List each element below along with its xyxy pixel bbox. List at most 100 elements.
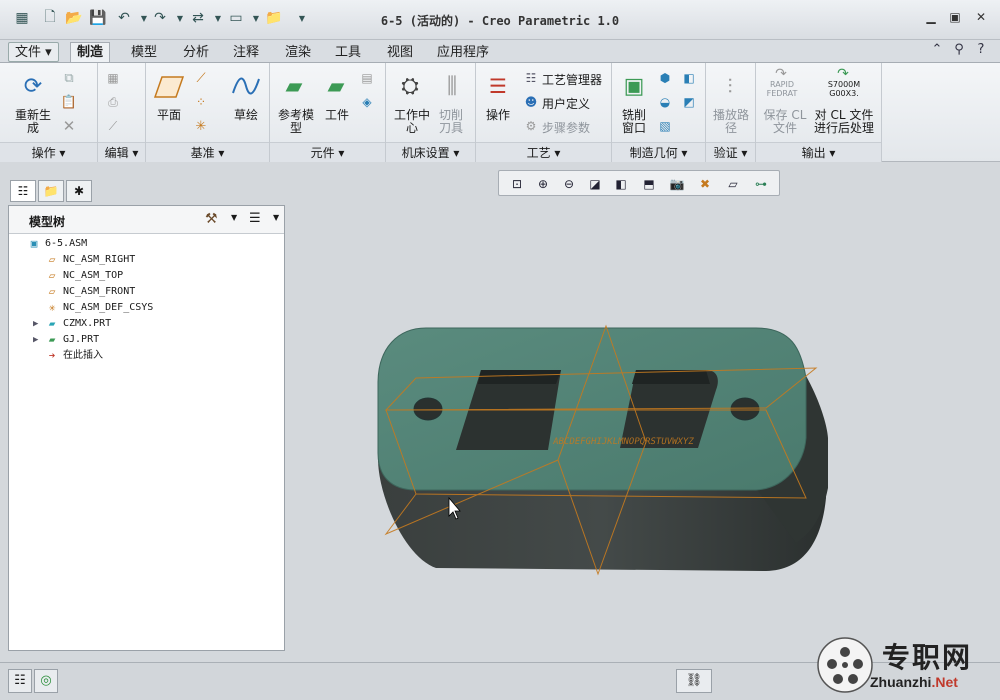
work-center-button[interactable]: 工作中 心 [390,109,434,135]
help-icon[interactable]: ? [972,42,990,60]
tree-item[interactable]: ▣ 6-5.ASM [9,236,284,252]
tree-settings-dropdown-icon[interactable]: ▼ [231,213,237,222]
customize-toolbar-icon[interactable]: ▼ [292,8,312,28]
tab-file[interactable]: 文件 ▾ [8,42,59,62]
saved-orientations-icon[interactable]: ⬒ [639,174,659,194]
csys-icon[interactable]: ✳ [192,117,210,135]
tree-item[interactable]: ▶ ▰ CZMX.PRT [9,316,284,332]
plane-icon[interactable] [154,73,184,101]
mill-window-icon[interactable]: ▣ [618,71,650,101]
find-icon[interactable]: ⛓ [676,669,712,693]
post-process-button[interactable]: 对 CL 文件 进行后处理 [810,109,878,135]
process-manager-button[interactable]: 工艺管理器 [542,71,602,88]
folder-icon[interactable]: 📁 [264,8,284,28]
open-folder-icon[interactable]: 📂 [64,8,84,28]
point-icon[interactable]: ⁘ [192,93,210,111]
group-label-operations[interactable]: 操作 ▾ [0,142,97,162]
expand-arrow-icon[interactable]: ▶ [33,332,43,348]
edit-mirror-icon[interactable]: ⎙ [104,93,122,111]
cutting-tool-button[interactable]: 切削 刀具 [434,109,468,135]
tree-columns-icon[interactable]: ☰ [249,211,261,226]
zoom-out-icon[interactable]: ⊖ [559,174,579,194]
regenerate-button[interactable]: 重新生 成 [8,109,58,135]
toggle-browser-icon[interactable]: ◎ [34,669,58,693]
zoom-in-icon[interactable]: ⊕ [533,174,553,194]
reference-model-icon[interactable]: ▰ [278,71,310,101]
tree-item[interactable]: ▱ NC_ASM_RIGHT [9,252,284,268]
tree-item[interactable]: ✳ NC_ASM_DEF_CSYS [9,300,284,316]
axis-icon[interactable]: ⟋ [192,69,210,87]
close-icon[interactable]: ✕ [970,10,992,28]
new-file-icon[interactable]: 🗋 [40,8,60,28]
edit-dimension-icon[interactable]: ⟋ [104,117,122,135]
operation-button[interactable]: 操作 [482,109,514,122]
windows-dropdown-icon[interactable]: ▼ [246,8,266,28]
step-params-button[interactable]: 步骤参数 [542,119,590,136]
delete-icon[interactable]: ✕ [60,117,78,135]
regenerate-icon[interactable]: ⟳ [16,69,50,103]
group-label-component[interactable]: 元件 ▾ [270,142,385,162]
sketch-button[interactable]: 草绘 [230,109,262,122]
tree-item[interactable]: ➔ 在此插入 [9,348,284,364]
folder-browser-tab-icon[interactable]: 📁 [38,180,64,202]
create-component-icon[interactable]: ◈ [358,93,376,111]
user-defined-icon[interactable]: ☻ [522,93,540,111]
reference-model-button[interactable]: 参考模 型 [274,109,318,135]
group-label-datum[interactable]: 基准 ▾ [146,142,269,162]
regenerate-quick-icon[interactable]: ⇄ [188,8,208,28]
view-manager-icon[interactable]: 📷 [667,174,687,194]
workpiece-button[interactable]: 工件 [320,109,354,122]
tab-view[interactable]: 视图 [380,42,420,62]
display-style-icon[interactable]: ◧ [611,174,631,194]
left-hole[interactable] [413,397,443,421]
copy-icon[interactable]: ⧉ [60,69,78,87]
save-cl-button[interactable]: 保存 CL 文件 [760,109,810,135]
tree-settings-icon[interactable]: ⚒ [205,211,218,227]
tab-applications[interactable]: 应用程序 [430,42,496,62]
collapse-ribbon-icon[interactable]: ⌃ [928,42,946,60]
step-params-icon[interactable]: ⚙ [522,117,540,135]
repaint-icon[interactable]: ◪ [585,174,605,194]
sketch-icon[interactable] [230,71,262,101]
group-label-verify[interactable]: 验证 ▾ [706,142,755,162]
play-path-icon[interactable]: ⫶ [714,71,746,101]
group-label-output[interactable]: 输出 ▾ [756,142,881,162]
operation-icon[interactable]: ☰ [482,71,514,101]
expand-arrow-icon[interactable]: ▶ [33,316,43,332]
tree-item[interactable]: ▶ ▰ GJ.PRT [9,332,284,348]
tab-render[interactable]: 渲染 [278,42,318,62]
restore-icon[interactable]: ▣ [944,10,966,28]
post-process-icon[interactable]: ↷ [830,66,856,82]
annotation-display-icon[interactable]: ▱ [723,174,743,194]
group-label-process[interactable]: 工艺 ▾ [476,142,611,162]
spin-center-icon[interactable]: ⊶ [751,174,771,194]
redo-icon[interactable]: ↷ [150,8,170,28]
favorites-tab-icon[interactable]: ✱ [66,180,92,202]
minimize-icon[interactable]: ▁ [920,10,942,28]
graphics-viewport[interactable]: ABCDEFGHIJKLMNOPQRSTUVWXYZ [286,198,1000,662]
model-tree-tab-icon[interactable]: ☷ [10,180,36,202]
redo-dropdown-icon[interactable]: ▼ [170,8,190,28]
tree-item[interactable]: ▱ NC_ASM_FRONT [9,284,284,300]
tab-annotate[interactable]: 注释 [226,42,266,62]
work-center-icon[interactable]: ⛭ [394,71,426,101]
tab-model[interactable]: 模型 [124,42,164,62]
save-icon[interactable]: 💾 [88,8,108,28]
assemble-icon[interactable]: ▤ [358,69,376,87]
workpiece-icon[interactable]: ▰ [320,71,352,101]
right-hole[interactable] [730,397,760,421]
plane-button[interactable]: 平面 [152,109,186,122]
save-cl-icon[interactable]: ↷ [768,66,794,82]
edit-pattern-icon[interactable]: ▦ [104,69,122,87]
mill-window-button[interactable]: 铣削 窗口 [616,109,652,135]
tab-analysis[interactable]: 分析 [176,42,216,62]
windows-icon[interactable]: ▭ [226,8,246,28]
group-label-mfg-geometry[interactable]: 制造几何 ▾ [612,142,705,162]
tab-tools[interactable]: 工具 [328,42,368,62]
tree-item[interactable]: ▱ NC_ASM_TOP [9,268,284,284]
play-path-button[interactable]: 播放路 径 [710,109,752,135]
stock-icon[interactable]: ▧ [656,117,674,135]
mill-volume-icon[interactable]: ⬢ [656,69,674,87]
cutting-tool-icon[interactable]: ⫼ [436,71,468,101]
tree-columns-dropdown-icon[interactable]: ▼ [273,213,279,222]
